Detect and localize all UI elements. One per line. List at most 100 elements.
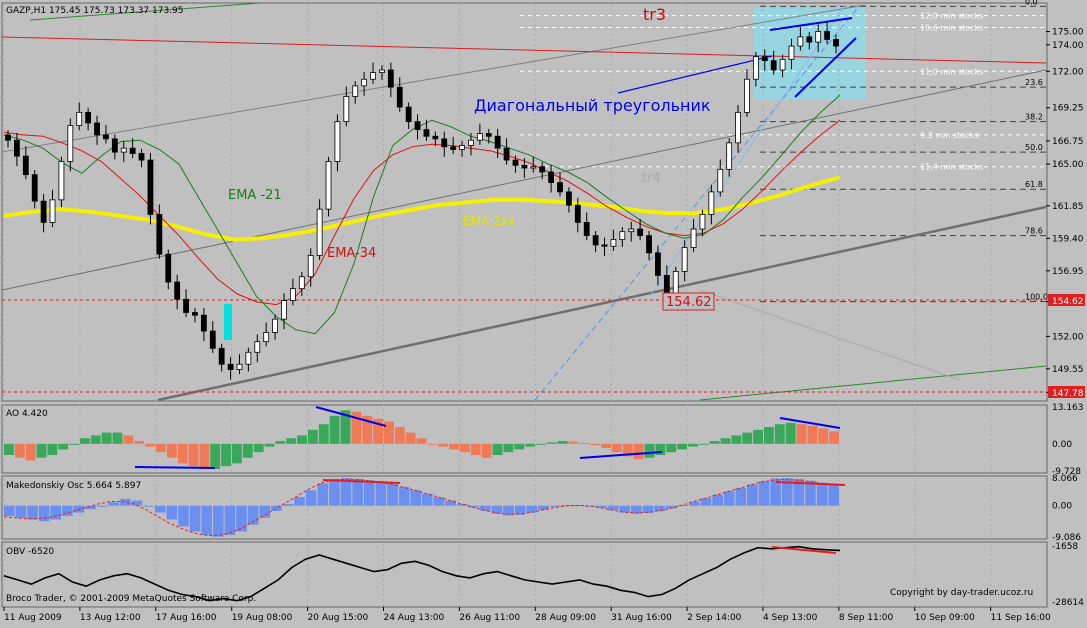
makedonskiy-bar (410, 490, 421, 506)
ao-bar (796, 424, 807, 444)
candle-body (761, 56, 768, 62)
ao-bar (80, 438, 90, 444)
makedonskiy-bar (224, 505, 236, 535)
makedonskiy-bar (816, 482, 828, 506)
ao-bar (557, 441, 568, 444)
fib-level-label: 50.0 (1025, 143, 1043, 152)
makedonskiy-bar (259, 505, 271, 518)
candle-body (815, 31, 822, 43)
candle-body (138, 153, 145, 161)
candle-body (49, 199, 56, 223)
time-label: 10 Sep 09:00 (915, 613, 975, 623)
footer-left: Broco Trader, © 2001-2009 MetaQuotes Sof… (6, 594, 256, 604)
candle-body (192, 312, 198, 316)
candle-body (254, 341, 261, 353)
candle-body (290, 288, 296, 301)
candle-body (744, 78, 750, 113)
candle-body (40, 200, 47, 223)
price-tick-label: 172.00 (1052, 67, 1084, 77)
stops-label: 12,0 min stocks (920, 12, 983, 21)
ao-bar (308, 429, 318, 444)
candle-body (566, 191, 572, 206)
candle-body (476, 133, 483, 141)
ao-bar (242, 443, 253, 458)
candle-body (539, 166, 546, 173)
ema2xx-label: EMA-2xx (463, 214, 515, 228)
symbol-header: GAZP,H1 175.45 175.73 173.37 173.95 (6, 6, 184, 16)
ao-bar (416, 438, 427, 444)
stops-label: 10,6 min stocks (920, 24, 983, 33)
ao-bar (807, 425, 818, 444)
candle-body (646, 235, 652, 254)
ao-bar (709, 441, 720, 444)
candle-body (174, 281, 181, 300)
ao-bar (384, 421, 394, 444)
pattern-label: Диагональный треугольник (474, 96, 711, 115)
time-label: 24 Aug 13:00 (383, 613, 444, 623)
price-tick-label: 169.25 (1052, 104, 1084, 114)
time-label: 4 Sep 13:00 (763, 613, 818, 623)
price-tick-label: 166.75 (1052, 137, 1084, 147)
candle-body (592, 235, 599, 246)
ao-bar (427, 443, 438, 445)
candle-body (209, 330, 216, 349)
candle-body (672, 271, 679, 295)
candle-body (316, 208, 323, 256)
makedonskiy-bar (747, 484, 758, 506)
price-tick-label: 174.00 (1052, 41, 1084, 51)
candle-body (111, 138, 118, 153)
ao-bar (112, 432, 123, 444)
ao-bar (753, 429, 763, 444)
ao-bar (460, 443, 470, 453)
ao-bar (329, 415, 340, 444)
ao-bar (264, 443, 275, 447)
candle-body (352, 85, 359, 97)
ao-bar (69, 443, 79, 445)
ao-bar (232, 443, 242, 464)
candle-body (67, 125, 74, 162)
candle-body (441, 138, 448, 148)
time-label: 28 Aug 09:00 (535, 613, 596, 623)
makedonskiy-bar (120, 498, 131, 506)
ao-bar (253, 443, 264, 453)
candle-body (5, 134, 11, 141)
ao-bar (405, 432, 416, 444)
fib-level-label: 78.6 (1025, 227, 1043, 236)
makedonskiy-bar (317, 483, 329, 506)
candle-body (450, 146, 457, 150)
makedonskiy-bar (154, 505, 166, 513)
candle-body (797, 36, 804, 47)
price-tick-label: 161.85 (1052, 202, 1084, 212)
ao-bar (829, 431, 839, 444)
candle-body (183, 298, 189, 313)
ao-bar (536, 443, 546, 445)
makedonskiy-bar (654, 505, 665, 512)
footer-right: Copyright by day-trader.ucoz.ru (890, 588, 1033, 598)
stops-label: 11,4 min stocks (920, 163, 983, 172)
makedonskiy-bar (213, 505, 224, 537)
candle-body (298, 276, 305, 290)
candle-body (708, 191, 715, 215)
low-price-text: 147.78 (1052, 389, 1084, 399)
candle-body (423, 129, 430, 137)
candle-body (681, 247, 688, 272)
candle-body (690, 228, 697, 248)
candle-body (699, 214, 706, 230)
ao-bar (590, 443, 601, 446)
trading-chart: GAZP,H1 175.45 175.73 173.37 173.95 tr3 … (0, 0, 1087, 624)
time-label: 31 Aug 16:00 (611, 613, 672, 623)
fib-level-label: 100.0 (1025, 293, 1048, 302)
ao-bar (449, 443, 459, 450)
time-label: 20 Aug 15:00 (308, 613, 369, 623)
candle-body (824, 31, 830, 40)
ao-bar (177, 443, 188, 464)
candle-body (468, 139, 474, 146)
ao-bar (156, 443, 166, 453)
candle-body (14, 139, 20, 157)
ao-bar (785, 422, 796, 444)
ao-bar (492, 443, 503, 455)
price-tick-label: 156.95 (1052, 267, 1084, 277)
candle-body (31, 174, 38, 202)
candle-body (512, 159, 519, 166)
ao-bar (666, 443, 677, 453)
